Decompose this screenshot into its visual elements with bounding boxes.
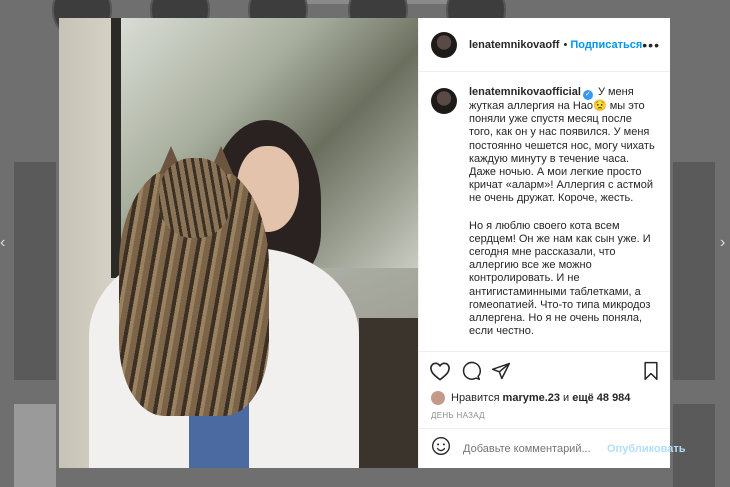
- share-icon[interactable]: [491, 361, 511, 381]
- post-caption: lenatemnikovaofficial ✓ У меня жуткая алл…: [419, 72, 670, 351]
- post-timestamp[interactable]: ДЕНЬ НАЗАД: [419, 407, 670, 428]
- more-options-icon[interactable]: •••: [642, 37, 660, 53]
- feed-thumbnail: [14, 404, 56, 487]
- comment-icon[interactable]: [461, 361, 481, 381]
- separator-dot: •: [563, 38, 568, 51]
- feed-thumbnail: [673, 162, 715, 380]
- follow-button[interactable]: Подписаться: [570, 39, 642, 51]
- caption-username[interactable]: lenatemnikovaofficial: [469, 86, 581, 98]
- arrow-left-icon[interactable]: ‹: [0, 235, 5, 251]
- likes-count[interactable]: ещё 48 984: [572, 392, 630, 404]
- emoji-icon[interactable]: [431, 436, 451, 461]
- comment-box: Опубликовать: [419, 428, 686, 468]
- liked-by-username[interactable]: maryme.23: [503, 392, 561, 404]
- avatar[interactable]: [431, 391, 445, 405]
- avatar[interactable]: [431, 88, 457, 114]
- action-bar: [419, 351, 670, 389]
- arrow-right-icon[interactable]: ›: [720, 235, 725, 251]
- post-photo: [59, 18, 418, 468]
- feed-thumbnail: [14, 162, 56, 380]
- caption-text: У меня жуткая аллергия на Нао😟 мы это по…: [469, 86, 655, 205]
- post-header: lenatemnikovaoffic • Подписаться •••: [419, 18, 670, 72]
- post-modal: lenatemnikovaoffic • Подписаться ••• len…: [59, 18, 686, 468]
- likes-row: Нравится maryme.23 и ещё 48 984: [419, 389, 670, 407]
- verified-icon: ✓: [582, 90, 593, 100]
- likes-and: и: [563, 392, 570, 404]
- post-details-pane: lenatemnikovaoffic • Подписаться ••• len…: [418, 18, 686, 468]
- caption-text: Но я люблю своего кота всем сердцем! Он …: [469, 219, 651, 338]
- publish-button[interactable]: Опубликовать: [607, 443, 686, 455]
- likes-prefix: Нравится: [451, 392, 500, 404]
- header-username[interactable]: lenatemnikovaoffic: [469, 39, 560, 51]
- avatar[interactable]: [431, 31, 457, 58]
- bookmark-icon[interactable]: [642, 361, 660, 381]
- comment-input[interactable]: [461, 441, 607, 456]
- heart-icon[interactable]: [429, 361, 451, 381]
